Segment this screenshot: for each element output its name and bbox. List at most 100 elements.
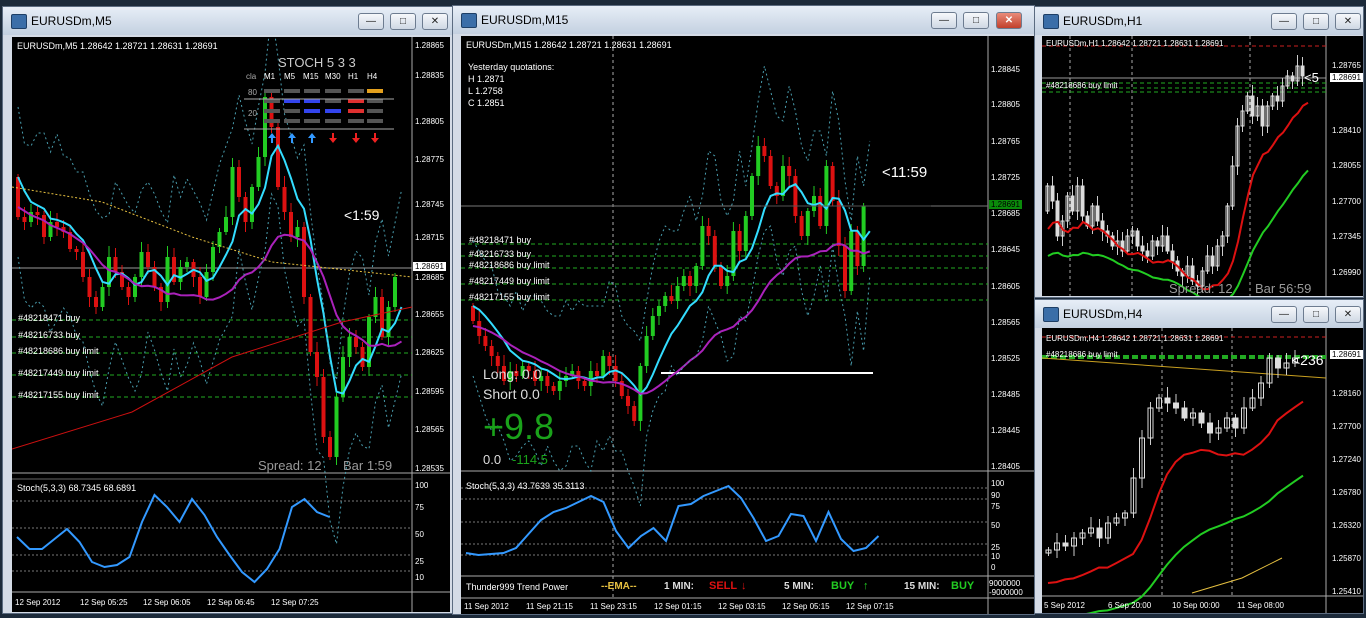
minimize-button[interactable]: — (1271, 13, 1297, 30)
candle-body (669, 296, 674, 301)
long-position: Long: 0.0 (483, 366, 542, 382)
maximize-button[interactable]: □ (390, 13, 416, 30)
order-label: #48218686 buy limit (1046, 81, 1118, 90)
candle-body (1210, 255, 1215, 267)
order-label: #48218686 buy limit (1046, 350, 1118, 359)
chart-window-h1[interactable]: EURUSDm,H1 — □ ✕ EURUSDm,H1 1.28642 1.28… (1034, 6, 1364, 298)
candle-body (719, 266, 723, 286)
candle-body (334, 397, 339, 457)
candle-body (360, 347, 365, 367)
chart-canvas-h1[interactable]: EURUSDm,H1 1.28642 1.28721 1.28631 1.286… (1042, 36, 1363, 296)
chart-icon (1043, 14, 1059, 29)
title-bar-m15[interactable]: EURUSDm,M15 — □ ✕ (453, 6, 1034, 34)
stoch-scale: 10 (415, 573, 424, 582)
m15-label: 15 MIN: (904, 581, 940, 592)
yesterday-low: L 1.2758 (468, 86, 503, 96)
price-label: 1.28685 (991, 209, 1020, 218)
candle-body (706, 226, 711, 236)
price-label: 1.26320 (1332, 521, 1361, 530)
candle-body (237, 167, 241, 197)
chart-icon (461, 13, 477, 28)
candle-body (87, 277, 92, 297)
candle-body (1170, 250, 1175, 262)
maximize-button[interactable]: □ (963, 12, 989, 29)
chart-header: EURUSDm,H4 1.28642 1.28721 1.28631 1.286… (1046, 334, 1224, 343)
chart-header: EURUSDm,M15 1.28642 1.28721 1.28631 1.28… (466, 40, 672, 50)
candle-body (250, 187, 254, 222)
close-button[interactable]: ✕ (1335, 306, 1361, 323)
price-label: 1.28410 (1332, 126, 1361, 135)
candle-body (224, 217, 228, 232)
price-label: 1.28655 (415, 310, 444, 319)
profit-readout: +9.8 (483, 406, 555, 447)
chart-canvas-m5[interactable]: EURUSDm,M5 1.28642 1.28721 1.28631 1.286… (12, 37, 450, 612)
close-icon: ✕ (1343, 16, 1353, 27)
candle-body (204, 272, 209, 297)
candle-body (230, 167, 235, 217)
candle-body (483, 336, 488, 346)
title-bar-h1[interactable]: EURUSDm,H1 — □ ✕ (1035, 7, 1363, 35)
candle-body (644, 336, 649, 366)
candle-body (1070, 195, 1075, 212)
stoch-scale: 10 (991, 552, 1000, 561)
tf-cell (367, 99, 383, 103)
candle-body (1140, 245, 1145, 252)
close-button[interactable]: ✕ (422, 13, 448, 30)
maximize-icon: □ (1312, 16, 1320, 27)
chart-window-m15[interactable]: EURUSDm,M15 — □ ✕ EURUSDm,M15 1.28642 1.… (452, 5, 1035, 615)
arrow-down-icon (352, 133, 360, 143)
minimize-button[interactable]: — (358, 13, 384, 30)
chart-icon (11, 14, 27, 29)
ema-label: --EMA-- (601, 581, 637, 592)
maximize-button[interactable]: □ (1303, 306, 1329, 323)
time-label: 10 Sep 00:00 (1172, 601, 1220, 610)
slow-ma-line (12, 306, 413, 450)
candle-body (276, 127, 280, 187)
tf-cell (367, 119, 383, 123)
stoch-line (16, 493, 330, 584)
time-label: 11 Sep 21:15 (526, 602, 574, 611)
stoch-scale: 75 (415, 503, 424, 512)
candle-body (308, 297, 313, 352)
m1-signal: SELL (709, 580, 738, 592)
minimize-button[interactable]: — (931, 12, 957, 29)
candle-body (830, 166, 835, 201)
candle-body (805, 211, 810, 236)
price-label: 1.28565 (991, 318, 1020, 327)
arrow-up-icon: ↑ (863, 580, 869, 592)
ema-green-line (1047, 169, 1309, 296)
candle-body (1275, 357, 1281, 369)
price-label: 1.28775 (415, 155, 444, 164)
bar-timer: Bar 56:59 (1255, 281, 1312, 296)
stoch-scale: 100 (415, 481, 429, 490)
candle-body (582, 381, 587, 386)
order-label: #48218686 buy limit (18, 346, 99, 356)
candle-body (1096, 527, 1103, 539)
time-label: 12 Sep 07:25 (271, 598, 319, 607)
close-button[interactable]: ✕ (1335, 13, 1361, 30)
candle-body (613, 366, 618, 381)
candle-body (35, 212, 40, 215)
time-label: 12 Sep 03:15 (718, 602, 766, 611)
candle-body (263, 97, 267, 157)
title-bar-m5[interactable]: EURUSDm,M5 — □ ✕ (3, 7, 452, 35)
candle-body (42, 215, 46, 237)
chart-canvas-h4[interactable]: EURUSDm,H4 1.28642 1.28721 1.28631 1.286… (1042, 328, 1363, 613)
close-button[interactable]: ✕ (996, 12, 1022, 29)
chart-window-h4[interactable]: EURUSDm,H4 — □ ✕ EURUSDm,H4 1.28642 1.28… (1034, 299, 1364, 614)
chart-window-m5[interactable]: EURUSDm,M5 — □ ✕ EURUSDm,M5 1.28642 1.28… (2, 6, 453, 614)
minimize-button[interactable]: — (1271, 306, 1297, 323)
candle-body (836, 201, 841, 246)
arrow-down-icon (371, 133, 379, 143)
time-label: 12 Sep 01:15 (654, 602, 702, 611)
title-bar-h4[interactable]: EURUSDm,H4 — □ ✕ (1035, 300, 1363, 328)
tf-cell (325, 109, 341, 113)
maximize-button[interactable]: □ (1303, 13, 1329, 30)
bar-timer: Bar 1:59 (343, 458, 393, 473)
candle-timer: <236 (1292, 352, 1324, 368)
tf-cell (325, 119, 341, 123)
tf-cell (367, 109, 383, 113)
price-label: 1.25870 (1332, 554, 1361, 563)
candle-body (762, 146, 767, 156)
chart-canvas-m15[interactable]: EURUSDm,M15 1.28642 1.28721 1.28631 1.28… (461, 36, 1034, 614)
